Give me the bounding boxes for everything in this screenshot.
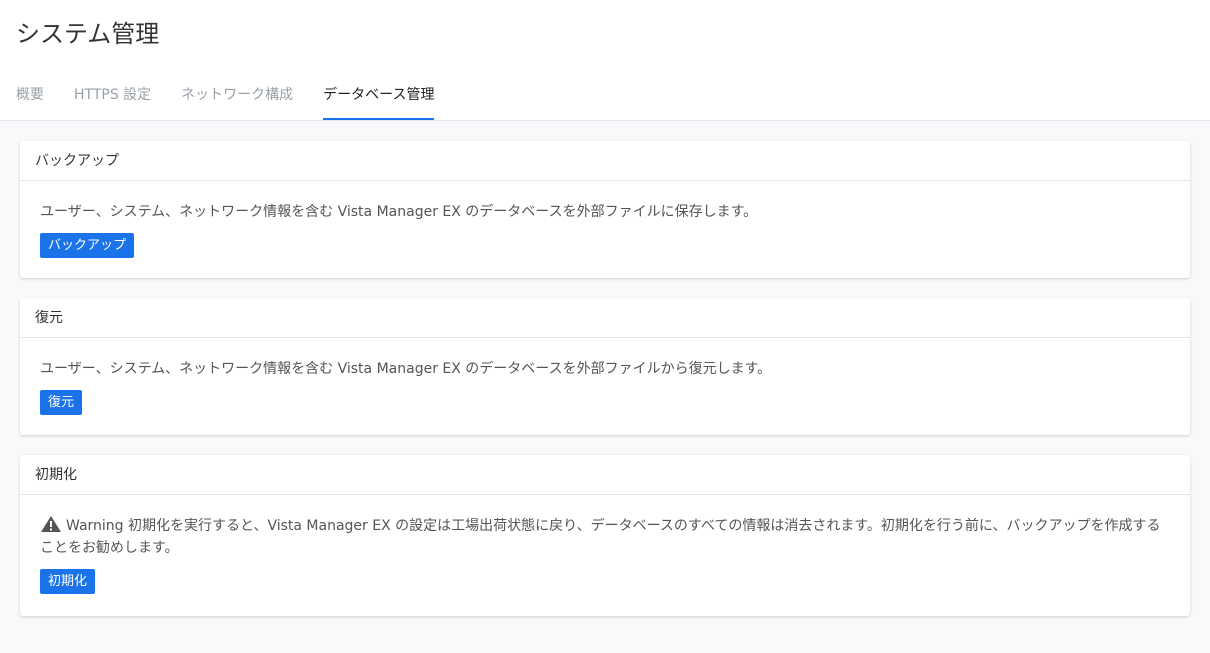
- page-header: システム管理 概要 HTTPS 設定 ネットワーク構成 データベース管理: [0, 0, 1210, 121]
- page-title: システム管理: [16, 20, 160, 48]
- initialize-description: 初期化を実行すると、Vista Manager EX の設定は工場出荷状態に戻り…: [40, 518, 1161, 556]
- tab-database-management[interactable]: データベース管理: [323, 84, 435, 120]
- initialize-card-body: Warning 初期化を実行すると、Vista Manager EX の設定は工…: [20, 495, 1190, 594]
- initialize-card: 初期化 Warning 初期化を実行すると、Vista Manager EX の…: [20, 455, 1190, 616]
- tab-network-config[interactable]: ネットワーク構成: [181, 84, 293, 120]
- restore-button[interactable]: 復元: [40, 390, 83, 415]
- tab-overview[interactable]: 概要: [16, 84, 44, 120]
- backup-button[interactable]: バックアップ: [40, 233, 135, 258]
- backup-description: ユーザー、システム、ネットワーク情報を含む Vista Manager EX の…: [40, 204, 758, 220]
- backup-card-body: ユーザー、システム、ネットワーク情報を含む Vista Manager EX の…: [20, 181, 1190, 258]
- restore-card: 復元 ユーザー、システム、ネットワーク情報を含む Vista Manager E…: [20, 298, 1190, 435]
- backup-card-title: バックアップ: [20, 141, 1190, 181]
- tab-https-settings[interactable]: HTTPS 設定: [74, 84, 151, 120]
- restore-card-body: ユーザー、システム、ネットワーク情報を含む Vista Manager EX の…: [20, 338, 1190, 415]
- initialize-button[interactable]: 初期化: [40, 569, 96, 594]
- restore-card-title: 復元: [20, 298, 1190, 338]
- backup-card: バックアップ ユーザー、システム、ネットワーク情報を含む Vista Manag…: [20, 141, 1190, 278]
- initialize-card-title: 初期化: [20, 455, 1190, 495]
- warning-label: Warning: [66, 518, 124, 534]
- tab-bar: 概要 HTTPS 設定 ネットワーク構成 データベース管理: [16, 84, 464, 120]
- warning-triangle-icon: [40, 515, 62, 533]
- restore-description: ユーザー、システム、ネットワーク情報を含む Vista Manager EX の…: [40, 361, 772, 377]
- initialize-warning: Warning 初期化を実行すると、Vista Manager EX の設定は工…: [40, 515, 1170, 559]
